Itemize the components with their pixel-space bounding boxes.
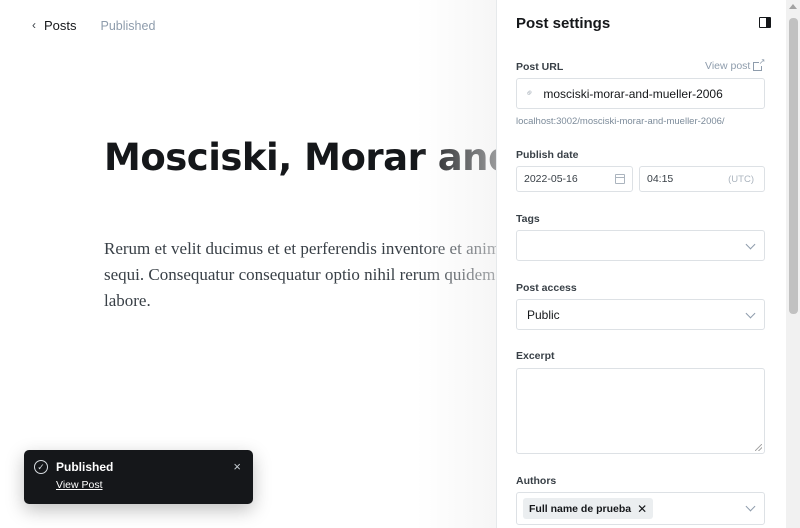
resize-handle-icon[interactable] [755,444,762,451]
external-link-icon [753,56,766,71]
chevron-down-icon [745,501,756,512]
post-access-value: Public [527,307,560,322]
publish-date-value: 2022-05-16 [524,173,578,185]
link-icon: ⚭ [523,86,538,101]
check-circle-icon: ✓ [34,460,48,474]
publish-time-value: 04:15 [647,173,674,185]
post-body[interactable]: Rerum et velit ducimus et et perferendis… [104,236,496,314]
back-to-posts-link[interactable]: ‹ Posts [32,17,77,34]
author-chip-label: Full name de prueba [529,502,632,515]
publish-date-input[interactable]: 2022-05-16 [516,166,633,192]
excerpt-textarea[interactable] [516,368,765,454]
publish-time-input[interactable]: 04:15 (UTC) [639,166,765,192]
post-url-help: localhost:3002/mosciski-morar-and-muelle… [516,116,725,127]
post-access-select[interactable]: Public [516,299,765,330]
editor-area: ‹ Posts Published Mosciski, Morar and Mu… [0,0,496,528]
chevron-down-icon [745,308,756,319]
chevron-down-icon [745,239,756,250]
remove-author-icon[interactable]: ✕ [637,502,647,516]
author-chip[interactable]: Full name de prueba ✕ [523,498,654,519]
timezone-label: (UTC) [728,174,754,185]
post-url-input[interactable]: ⚭ mosciski-morar-and-mueller-2006 [516,78,765,109]
excerpt-label: Excerpt [516,350,555,362]
authors-select[interactable]: Full name de prueba ✕ [516,492,765,525]
authors-label: Authors [516,475,557,487]
toast-title: Published [56,460,114,474]
view-post-label: View post [705,60,751,72]
panel-scrollbar[interactable] [786,0,800,528]
post-settings-panel: Post settings Post URL View post ⚭ mosci… [496,0,800,528]
post-access-label: Post access [516,282,577,294]
sidebar-toggle-icon[interactable] [759,17,771,28]
toast-close-icon[interactable]: × [233,460,241,473]
published-toast: ✓ Published View Post × [24,450,253,504]
publish-date-label: Publish date [516,149,579,161]
post-url-value: mosciski-morar-and-mueller-2006 [543,86,723,101]
scroll-up-arrow-icon[interactable] [789,4,797,9]
calendar-icon[interactable] [615,174,625,184]
panel-title: Post settings [516,15,611,32]
back-label: Posts [44,18,77,33]
post-status: Published [100,18,156,33]
toast-view-post-link[interactable]: View Post [56,479,103,491]
chevron-left-icon: ‹ [32,17,36,32]
editor-topbar: ‹ Posts Published [32,17,156,34]
view-post-link[interactable]: View post [705,56,766,72]
tags-label: Tags [516,213,540,225]
post-url-label: Post URL [516,61,564,73]
post-title[interactable]: Mosciski, Morar and Mueller 2006 [104,136,496,179]
tags-select[interactable] [516,230,765,261]
scrollbar-thumb[interactable] [789,18,798,314]
